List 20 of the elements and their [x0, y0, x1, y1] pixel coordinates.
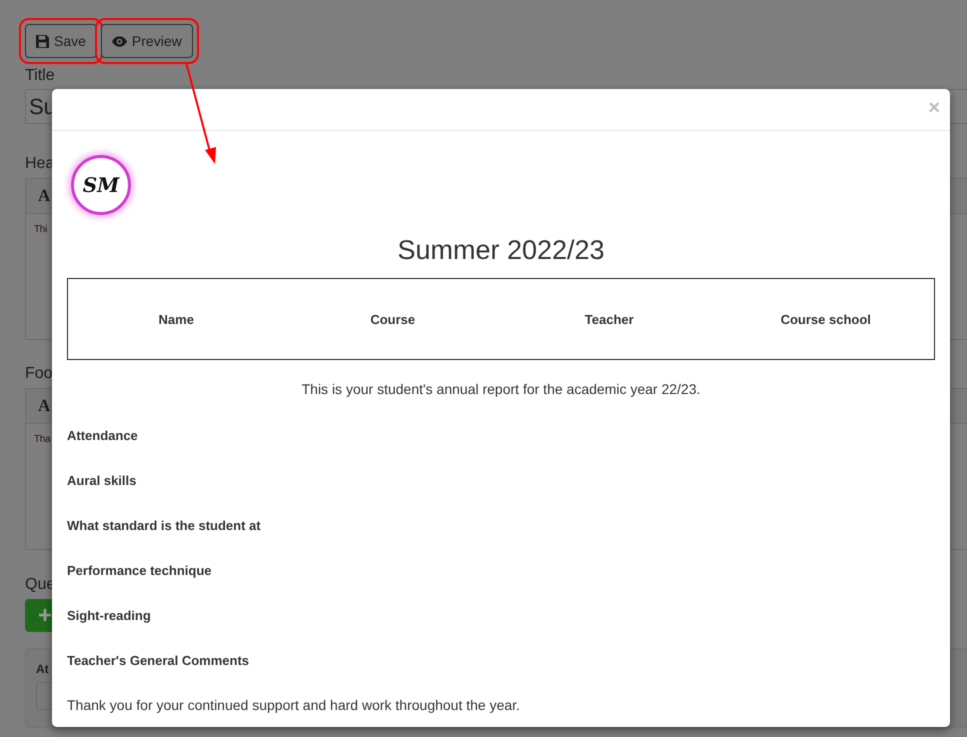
editor-text: Thi [33, 223, 48, 237]
closing-text: Thank you for your continued support and hard work throughout the year. [67, 697, 521, 713]
editor-text: Tha [33, 433, 52, 447]
column-header: Course school [780, 312, 872, 326]
column-header: Name [158, 312, 195, 326]
section-heading: What standard is the student at [67, 517, 262, 534]
section-heading: Sight-reading [67, 607, 152, 624]
section-heading: Performance technique [67, 562, 212, 579]
question-label: At [36, 661, 49, 678]
intro-text: This is your student's annual report for the academic year 22/23. [300, 381, 702, 397]
section-heading: Aural skills [67, 472, 138, 489]
title-label: Title [25, 66, 56, 86]
eye-icon [112, 36, 127, 46]
logo: SM [71, 155, 131, 215]
section-heading: Teacher's General Comments [67, 652, 250, 669]
footer-label: Foo [25, 364, 54, 384]
column-header: Teacher [584, 312, 635, 326]
report-title: Summer 2022/23 [396, 235, 606, 266]
column-header: Course [369, 312, 416, 326]
section-heading: Attendance [67, 427, 139, 444]
